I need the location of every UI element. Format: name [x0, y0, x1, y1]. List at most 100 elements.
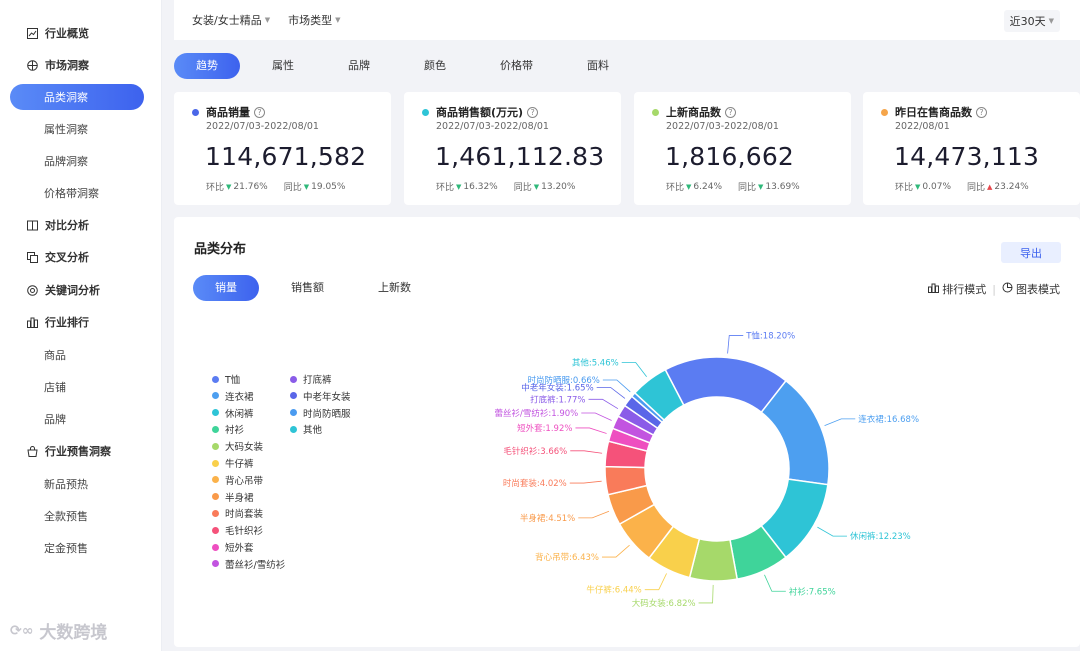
sidebar-item[interactable]: 行业排行: [0, 309, 162, 335]
tab[interactable]: 趋势: [174, 53, 240, 79]
sidebar-item[interactable]: 关键词分析: [0, 277, 162, 303]
sidebar-item[interactable]: 品牌: [0, 406, 162, 432]
label-leader-line: [817, 526, 847, 537]
slice-label: T恤:18.20%: [745, 331, 795, 342]
chevron-down-icon: ▼: [1048, 17, 1054, 25]
copy-icon: [26, 251, 39, 264]
kpi-comparison: 环比 ▼ 6.24% 同比 ▼ 13.69%: [666, 180, 800, 194]
mom-value: 21.76%: [233, 181, 268, 192]
category-donut-chart: T恤:18.20% 连衣裙:16.68% 休闲裤:12.23% 衬衫:7.65% 大码女…: [495, 331, 920, 609]
tab[interactable]: 颜色: [402, 53, 468, 79]
sidebar-item-label: 品类洞察: [44, 91, 88, 104]
tab[interactable]: 属性: [250, 53, 316, 79]
label-leader-line: [578, 510, 610, 519]
kpi-title-text: 上新商品数: [666, 106, 721, 119]
slice-label: 毛针织衫:3.66%: [503, 446, 567, 457]
label-leader-line: [727, 335, 744, 354]
series-dot: [192, 108, 199, 116]
arrow-up-icon: ▼: [686, 182, 692, 191]
sidebar-item-label: 对比分析: [45, 219, 89, 232]
sidebar-item[interactable]: 新品预热: [0, 471, 162, 497]
kpi-card: 商品销量? 2022/07/03-2022/08/01 114,671,582 环比 ▼…: [174, 92, 391, 205]
target-icon: [26, 284, 39, 297]
sidebar-item[interactable]: 定金预售: [0, 535, 162, 561]
slice-label: 时尚套装:4.02%: [503, 478, 567, 489]
sidebar-item-label: 全款预售: [44, 510, 88, 523]
sidebar-item[interactable]: 品类洞察: [10, 84, 144, 110]
tab[interactable]: 面料: [565, 53, 631, 79]
date-range-select[interactable]: 近30天 ▼: [1003, 10, 1060, 32]
chevron-down-icon: ▼: [335, 16, 341, 24]
sidebar-item[interactable]: 对比分析: [0, 212, 162, 238]
sidebar-item[interactable]: 行业预售洞察: [0, 438, 162, 464]
mom-label: 环比: [206, 183, 225, 193]
label-leader-line: [575, 427, 607, 434]
label-leader-line: [588, 398, 619, 410]
mom-label: 环比: [666, 183, 685, 193]
category-distribution-panel: 品类分布 导出 销量 销售额 上新数 排行模式 | 图表模式 T恤 连衣裙 休闲裤 衬衫大…: [174, 217, 1080, 647]
help-icon[interactable]: ?: [254, 106, 265, 118]
filter-bar: 女装/女士精品 ▼ 市场类型 ▼ 近30天 ▼: [174, 0, 1080, 40]
compare-icon: [26, 219, 39, 232]
kpi-title: 昨日在售商品数?: [881, 104, 987, 120]
yoy-label: 同比: [967, 183, 986, 193]
sidebar-item[interactable]: 店铺: [0, 374, 162, 400]
sidebar-item-label: 店铺: [44, 381, 66, 394]
ranking-icon: [26, 316, 39, 329]
mom-value: 16.32%: [463, 181, 498, 192]
presale-icon: [26, 445, 39, 458]
tab[interactable]: 品牌: [326, 53, 392, 79]
help-icon[interactable]: ?: [725, 106, 736, 118]
date-range-label: 近30天: [1009, 15, 1046, 28]
help-icon[interactable]: ?: [527, 106, 539, 118]
arrow-up-icon: ▼: [758, 182, 764, 191]
kpi-date-range: 2022/07/03-2022/08/01: [436, 121, 549, 132]
sidebar-item[interactable]: 品牌洞察: [0, 148, 162, 174]
arrow-up-icon: ▼: [456, 182, 462, 191]
sidebar-item[interactable]: 全款预售: [0, 503, 162, 529]
slice-label: 衬衫:7.65%: [789, 586, 836, 597]
kpi-card: 昨日在售商品数? 2022/08/01 14,473,113 环比 ▼ 0.07% 同比 ▲ 2…: [863, 92, 1080, 205]
watermark: ⟳∞ 大数跨境: [10, 618, 108, 644]
analysis-tabs: 趋势 属性 品牌 颜色 价格带 面料: [174, 52, 641, 80]
help-icon[interactable]: ?: [976, 106, 987, 118]
label-leader-line: [570, 450, 603, 454]
sidebar-item-label: 市场洞察: [45, 59, 89, 72]
category-filter-label: 女装/女士精品: [192, 14, 262, 27]
sidebar-item-label: 品牌洞察: [44, 155, 88, 168]
sidebar-item[interactable]: 商品: [0, 342, 162, 368]
watermark-text: 大数跨境: [39, 623, 108, 643]
category-filter[interactable]: 女装/女士精品 ▼: [192, 12, 270, 28]
series-dot: [652, 108, 659, 116]
sidebar-item[interactable]: 属性洞察: [0, 116, 162, 142]
sidebar-item-label: 定金预售: [44, 542, 88, 555]
sidebar-item[interactable]: 价格带洞察: [0, 180, 162, 206]
kpi-comparison: 环比 ▼ 21.76% 同比 ▼ 19.05%: [206, 180, 345, 194]
mom-label: 环比: [895, 183, 914, 193]
sidebar-item-label: 关键词分析: [45, 284, 100, 297]
yoy-value: 23.24%: [994, 181, 1029, 192]
series-dot: [422, 108, 429, 116]
tab[interactable]: 价格带: [478, 53, 555, 79]
kpi-title-text: 昨日在售商品数: [895, 106, 972, 119]
kpi-card: 上新商品数? 2022/07/03-2022/08/01 1,816,662 环比 ▼ 6…: [634, 92, 851, 205]
slice-label: 时尚防晒服:0.66%: [527, 375, 599, 386]
sidebar-item-label: 行业概览: [45, 27, 89, 40]
kpi-card: 商品销售额(万元)? 2022/07/03-2022/08/01 1,461,112…: [404, 92, 621, 205]
kpi-date-range: 2022/07/03-2022/08/01: [666, 121, 779, 132]
series-dot: [881, 108, 888, 116]
sidebar-item-label: 行业预售洞察: [45, 445, 111, 458]
sidebar-item[interactable]: 市场洞察: [0, 52, 162, 78]
slice-label: 蕾丝衫/雪纺衫:1.90%: [495, 408, 579, 419]
chevron-down-icon: ▼: [264, 16, 271, 24]
label-leader-line: [764, 574, 786, 592]
market-type-filter[interactable]: 市场类型 ▼: [288, 12, 340, 28]
sidebar-item[interactable]: 交叉分析: [0, 244, 162, 270]
kpi-date-range: 2022/08/01: [895, 121, 950, 132]
slice-label: 背心吊带:6.43%: [535, 552, 599, 563]
arrow-up-icon: ▼: [303, 182, 310, 191]
sidebar-item[interactable]: 行业概览: [0, 20, 162, 46]
label-leader-line: [602, 379, 631, 393]
sidebar-item-label: 交叉分析: [45, 251, 89, 264]
slice-label: 大码女装:6.82%: [632, 598, 696, 609]
